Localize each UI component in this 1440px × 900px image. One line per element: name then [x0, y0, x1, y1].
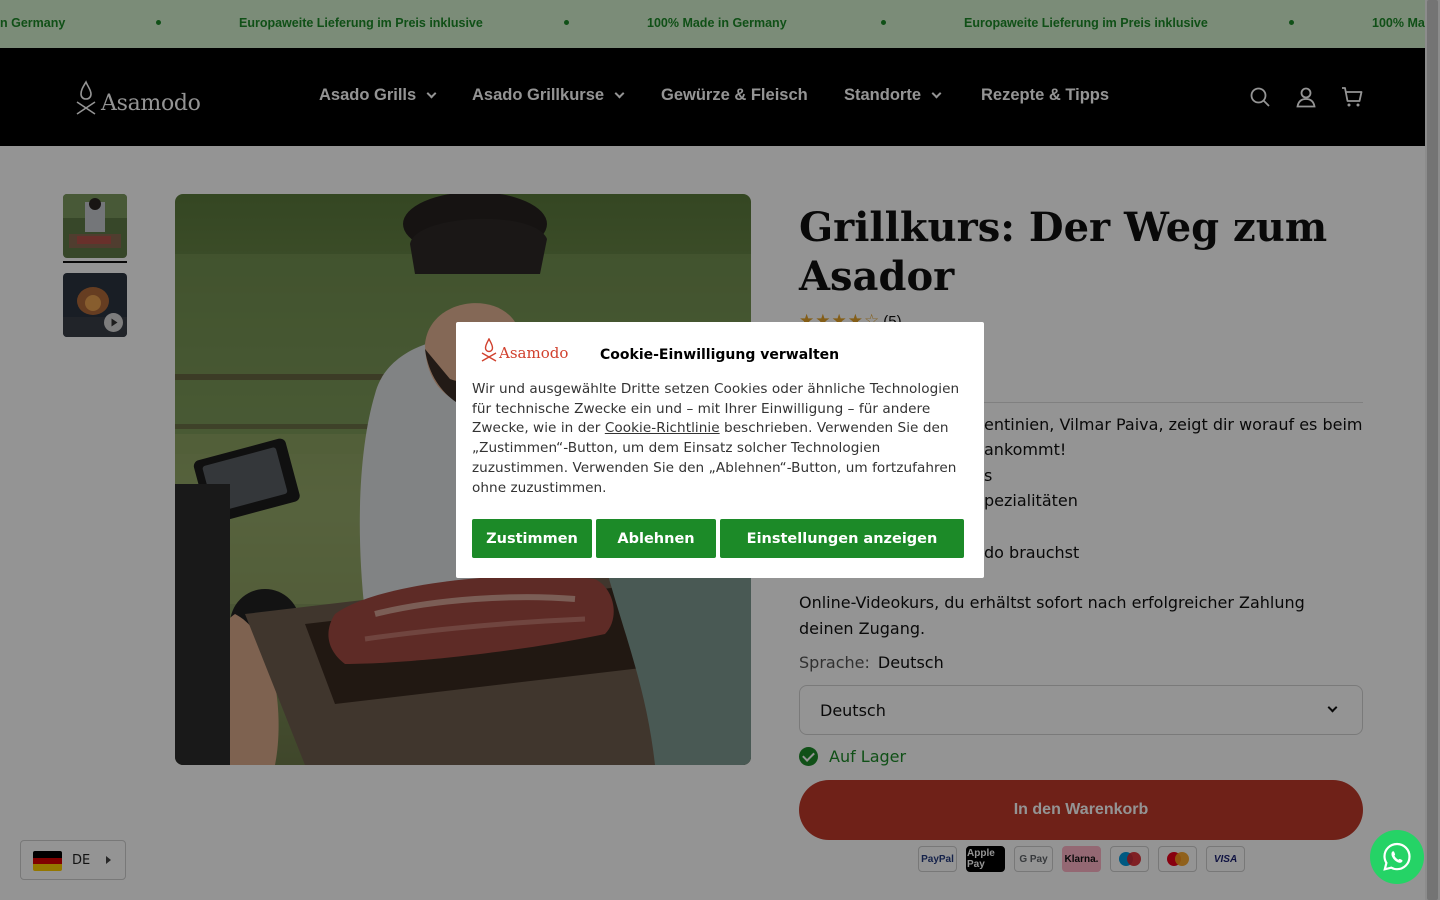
decline-cookies-button[interactable]: Ablehnen: [596, 519, 716, 558]
cookie-consent-dialog: Asamodo Cookie-Einwilligung verwalten Wi…: [456, 322, 984, 578]
accept-cookies-button[interactable]: Zustimmen: [472, 519, 592, 558]
cookie-dialog-text: Wir und ausgewählte Dritte setzen Cookie…: [472, 380, 968, 498]
cookie-policy-link[interactable]: Cookie-Richtlinie: [605, 420, 720, 436]
whatsapp-button[interactable]: [1370, 830, 1424, 884]
cookie-logo-text: Asamodo: [499, 344, 569, 362]
whatsapp-icon: [1383, 842, 1411, 871]
cookie-dialog-title: Cookie-Einwilligung verwalten: [600, 347, 840, 363]
flame-logo-icon: [481, 338, 497, 362]
cookie-settings-button[interactable]: Einstellungen anzeigen: [720, 519, 964, 558]
cookie-dialog-logo: Asamodo: [480, 338, 568, 362]
